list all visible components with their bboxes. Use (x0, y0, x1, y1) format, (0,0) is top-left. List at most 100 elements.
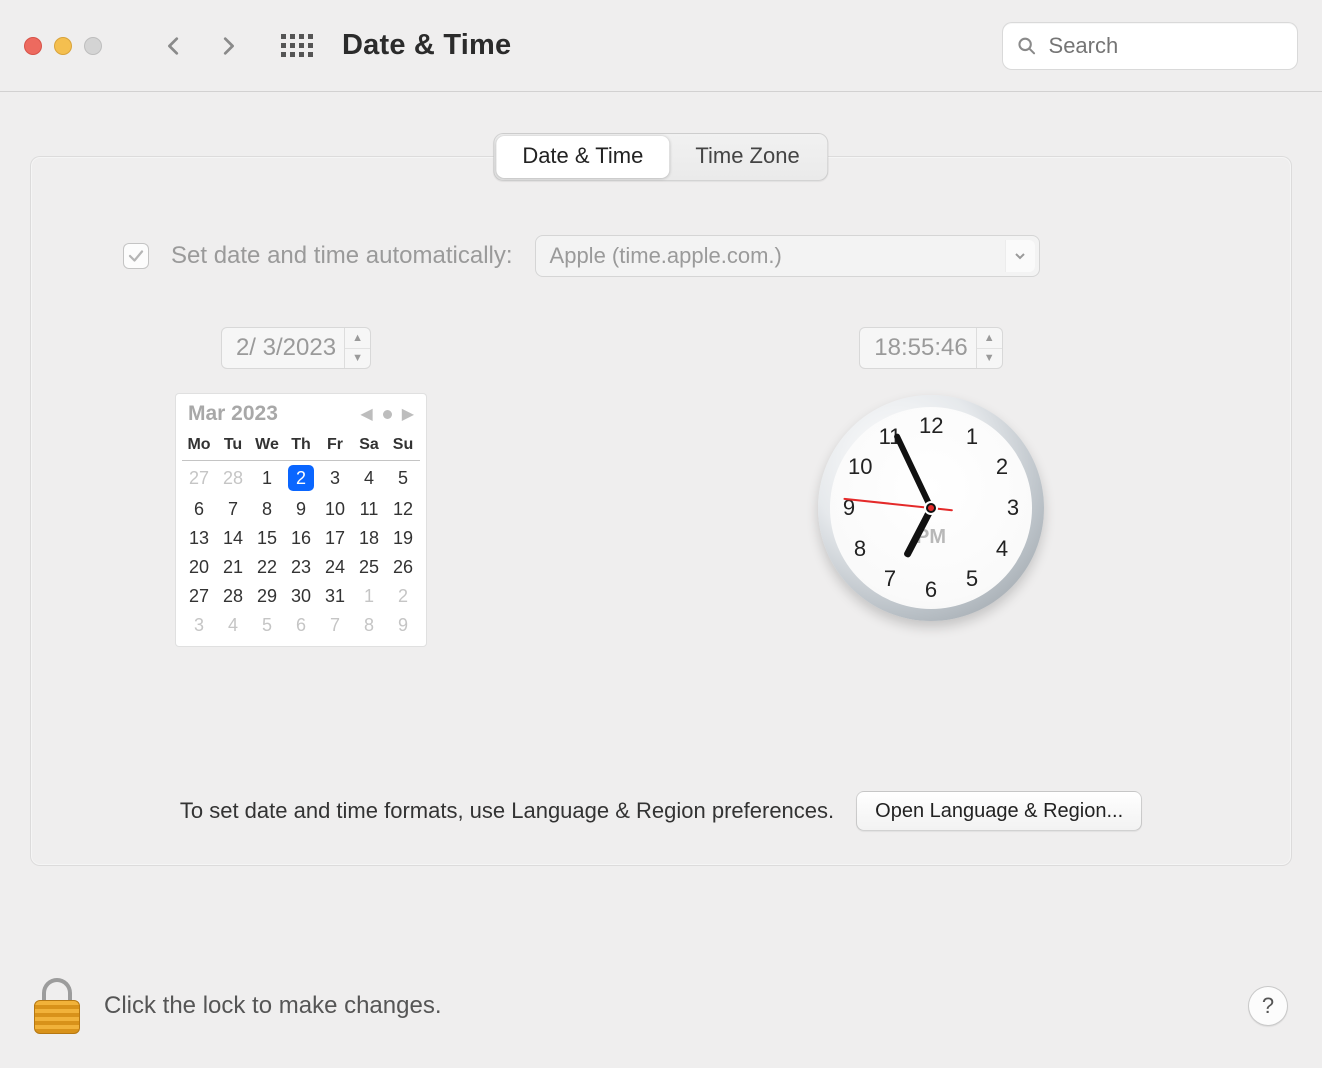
clock-number: 10 (848, 454, 872, 480)
minimize-window-button[interactable] (54, 37, 72, 55)
auto-set-label: Set date and time automatically: (171, 242, 513, 270)
calendar-day[interactable]: 6 (284, 611, 318, 640)
stepper-up-icon[interactable]: ▲ (977, 328, 1002, 349)
window-toolbar: Date & Time (0, 0, 1322, 92)
help-button[interactable]: ? (1248, 986, 1288, 1026)
search-input[interactable] (1047, 32, 1283, 60)
calendar[interactable]: Mar 2023 ◀ ▶ MoTuWeThFrSaSu 272812345678… (175, 393, 427, 647)
stepper-down-icon[interactable]: ▼ (345, 349, 370, 369)
calendar-day[interactable]: 10 (318, 495, 352, 524)
calendar-day[interactable]: 1 (250, 461, 284, 496)
clock-number: 5 (960, 566, 984, 592)
calendar-day[interactable]: 2 (284, 461, 318, 496)
clock-number: 2 (990, 454, 1014, 480)
date-stepper[interactable]: ▲ ▼ (344, 328, 370, 368)
clock-number: 3 (1001, 495, 1025, 521)
calendar-day[interactable]: 4 (352, 461, 386, 496)
time-value: 18:55:46 (860, 328, 975, 368)
time-stepper[interactable]: ▲ ▼ (976, 328, 1002, 368)
calendar-day[interactable]: 6 (182, 495, 216, 524)
calendar-day[interactable]: 3 (318, 461, 352, 496)
lock-button[interactable] (34, 978, 80, 1034)
calendar-weekday: Su (386, 432, 420, 461)
calendar-day[interactable]: 28 (216, 582, 250, 611)
tab-time-zone[interactable]: Time Zone (669, 136, 825, 178)
clock-number: 6 (919, 577, 943, 603)
chevron-down-icon (1014, 250, 1026, 262)
calendar-day[interactable]: 27 (182, 582, 216, 611)
calendar-day[interactable]: 17 (318, 524, 352, 553)
calendar-day[interactable]: 9 (284, 495, 318, 524)
back-button[interactable] (156, 28, 192, 64)
show-all-button[interactable] (280, 33, 314, 59)
calendar-day[interactable]: 22 (250, 553, 284, 582)
calendar-day[interactable]: 9 (386, 611, 420, 640)
forward-button[interactable] (210, 28, 246, 64)
calendar-weekday: We (250, 432, 284, 461)
auto-set-checkbox[interactable] (123, 243, 149, 269)
calendar-title: Mar 2023 (188, 402, 360, 426)
calendar-day[interactable]: 21 (216, 553, 250, 582)
calendar-day[interactable]: 3 (182, 611, 216, 640)
calendar-weekday: Sa (352, 432, 386, 461)
combo-caret[interactable] (1005, 240, 1035, 272)
open-language-region-button[interactable]: Open Language & Region... (856, 791, 1142, 831)
calendar-prev-button[interactable]: ◀ (360, 404, 372, 424)
tab-date-time[interactable]: Date & Time (496, 136, 669, 178)
calendar-day[interactable]: 16 (284, 524, 318, 553)
clock-number: 7 (878, 566, 902, 592)
calendar-day[interactable]: 24 (318, 553, 352, 582)
calendar-day[interactable]: 13 (182, 524, 216, 553)
clock-number: 8 (848, 536, 872, 562)
analog-clock: 121234567891011 PM (818, 395, 1044, 621)
calendar-day[interactable]: 29 (250, 582, 284, 611)
calendar-day[interactable]: 1 (352, 582, 386, 611)
calendar-weekday: Mo (182, 432, 216, 461)
calendar-day[interactable]: 5 (386, 461, 420, 496)
calendar-today-button[interactable] (383, 410, 392, 419)
calendar-day[interactable]: 7 (216, 495, 250, 524)
calendar-day[interactable]: 8 (352, 611, 386, 640)
calendar-grid: MoTuWeThFrSaSu 2728123456789101112131415… (182, 432, 420, 640)
calendar-day[interactable]: 27 (182, 461, 216, 496)
stepper-up-icon[interactable]: ▲ (345, 328, 370, 349)
time-server-combo[interactable]: Apple (time.apple.com.) (535, 235, 1040, 277)
calendar-weekday: Th (284, 432, 318, 461)
clock-number: 1 (960, 424, 984, 450)
calendar-day[interactable]: 26 (386, 553, 420, 582)
zoom-window-button[interactable] (84, 37, 102, 55)
time-server-value: Apple (time.apple.com.) (550, 243, 782, 269)
date-field[interactable]: 2/ 3/2023 ▲ ▼ (221, 327, 371, 369)
stepper-down-icon[interactable]: ▼ (977, 349, 1002, 369)
calendar-day[interactable]: 15 (250, 524, 284, 553)
calendar-day[interactable]: 11 (352, 495, 386, 524)
window-traffic-lights (24, 37, 102, 55)
close-window-button[interactable] (24, 37, 42, 55)
calendar-day[interactable]: 4 (216, 611, 250, 640)
calendar-day[interactable]: 23 (284, 553, 318, 582)
chevron-left-icon (163, 32, 185, 60)
calendar-next-button[interactable]: ▶ (402, 404, 414, 424)
calendar-day[interactable]: 2 (386, 582, 420, 611)
search-field[interactable] (1002, 22, 1298, 70)
calendar-day[interactable]: 31 (318, 582, 352, 611)
search-icon (1017, 35, 1037, 57)
calendar-day[interactable]: 18 (352, 524, 386, 553)
calendar-day[interactable]: 5 (250, 611, 284, 640)
clock-number: 12 (919, 413, 943, 439)
calendar-day[interactable]: 28 (216, 461, 250, 496)
calendar-day[interactable]: 12 (386, 495, 420, 524)
calendar-day[interactable]: 7 (318, 611, 352, 640)
calendar-day[interactable]: 25 (352, 553, 386, 582)
calendar-day[interactable]: 14 (216, 524, 250, 553)
tab-group: Date & Time Time Zone (493, 133, 828, 181)
check-icon (127, 247, 145, 265)
format-hint: To set date and time formats, use Langua… (180, 798, 834, 824)
time-field[interactable]: 18:55:46 ▲ ▼ (859, 327, 1002, 369)
preferences-pane: Date & Time Time Zone Set date and time … (30, 156, 1292, 866)
calendar-day[interactable]: 8 (250, 495, 284, 524)
window-title: Date & Time (342, 29, 511, 62)
calendar-day[interactable]: 20 (182, 553, 216, 582)
calendar-day[interactable]: 30 (284, 582, 318, 611)
calendar-day[interactable]: 19 (386, 524, 420, 553)
